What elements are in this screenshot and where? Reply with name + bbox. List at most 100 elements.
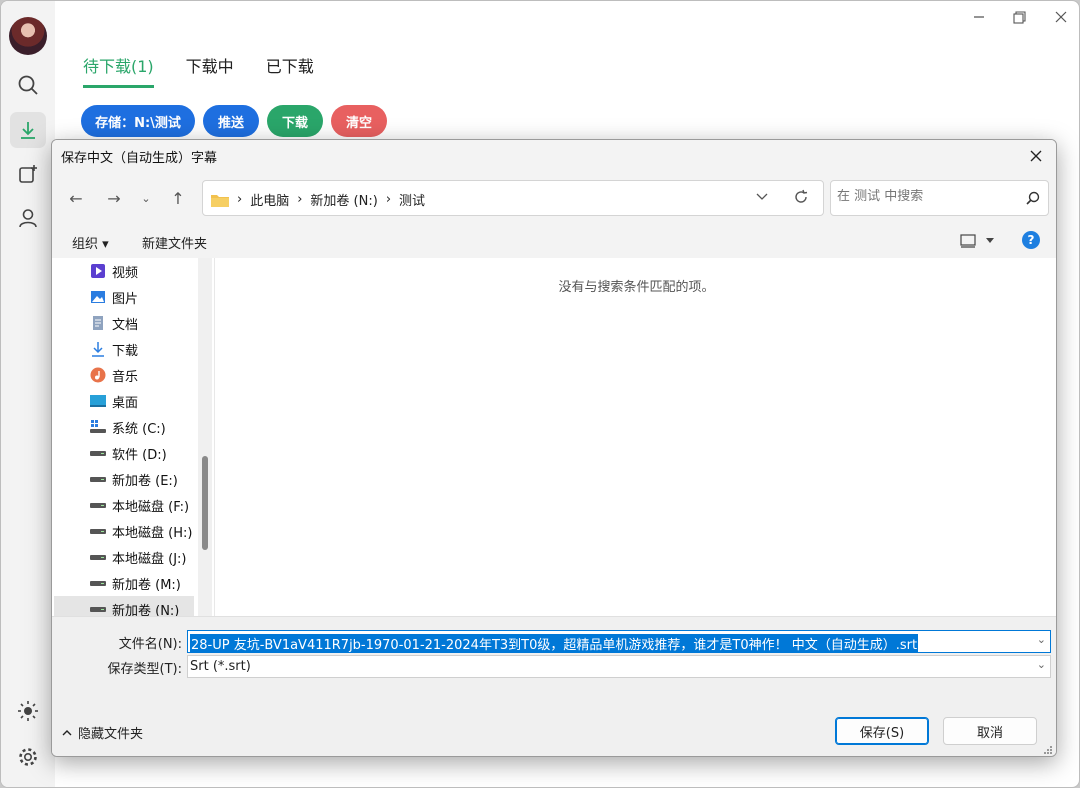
tree-item[interactable]: 本地磁盘 (F:) bbox=[54, 492, 194, 518]
save-dialog: 保存中文（自动生成）字幕 ← → ⌄ ↑ › 此电脑 › 新加卷 (N:) › … bbox=[51, 139, 1057, 757]
tab-pending[interactable]: 待下载(1) bbox=[83, 53, 154, 88]
tree-item-label: 软件 (D:) bbox=[112, 447, 167, 463]
command-bar: 组织 ▾ 新建文件夹 ? bbox=[52, 224, 1056, 258]
save-button[interactable]: 保存(S) bbox=[835, 717, 929, 745]
tree-item[interactable]: 视频 bbox=[54, 258, 194, 284]
dialog-titlebar: 保存中文（自动生成）字幕 bbox=[52, 140, 1056, 172]
drive-icon bbox=[90, 445, 106, 461]
tree-item-label: 本地磁盘 (H:) bbox=[112, 525, 193, 541]
scrollbar-thumb[interactable] bbox=[202, 456, 208, 550]
help-icon[interactable]: ? bbox=[1022, 231, 1040, 249]
storage-button[interactable]: 存储：N:\测试 bbox=[81, 105, 195, 137]
recent-chevron-icon[interactable]: ⌄ bbox=[134, 186, 158, 210]
address-bar[interactable]: › 此电脑 › 新加卷 (N:) › 测试 bbox=[202, 180, 824, 216]
clear-button[interactable]: 清空 bbox=[331, 105, 387, 137]
filetype-select[interactable]: Srt (*.srt) ⌄ bbox=[187, 655, 1051, 678]
download-icon bbox=[90, 341, 106, 357]
breadcrumb-sep-icon: › bbox=[297, 192, 303, 207]
tree-item-label: 文档 bbox=[112, 317, 139, 333]
tab-downloaded[interactable]: 已下载 bbox=[266, 53, 314, 88]
empty-message: 没有与搜索条件匹配的项。 bbox=[558, 280, 715, 295]
tree-item[interactable]: 新加卷 (N:) bbox=[54, 596, 194, 616]
tree-item[interactable]: 新加卷 (M:) bbox=[54, 570, 194, 596]
chevron-up-icon bbox=[62, 729, 72, 735]
desktop-icon bbox=[90, 393, 106, 409]
pictures-icon bbox=[90, 289, 106, 305]
resize-grip-icon[interactable] bbox=[1043, 745, 1053, 755]
filename-value[interactable]: 28-UP 友坑-BV1aV411R7jb-1970-01-21-2024年T3… bbox=[190, 634, 919, 653]
back-arrow-icon[interactable]: ← bbox=[64, 186, 88, 210]
file-list[interactable]: 没有与搜索条件匹配的项。 bbox=[214, 258, 1056, 616]
sidebar bbox=[1, 1, 55, 787]
filetype-label: 保存类型(T): bbox=[107, 662, 182, 677]
breadcrumb-this-pc[interactable]: 此电脑 bbox=[250, 190, 289, 209]
breadcrumb-drive[interactable]: 新加卷 (N:) bbox=[310, 190, 377, 209]
breadcrumb-folder[interactable]: 测试 bbox=[399, 190, 425, 209]
tree-item[interactable]: 桌面 bbox=[54, 388, 194, 414]
address-dropdown-icon[interactable] bbox=[755, 189, 769, 207]
organize-menu[interactable]: 组织 ▾ bbox=[72, 233, 109, 252]
filename-dropdown-icon[interactable]: ⌄ bbox=[1037, 633, 1046, 646]
tree-item-label: 新加卷 (N:) bbox=[112, 603, 180, 617]
breadcrumb-sep-icon: › bbox=[385, 192, 392, 207]
dialog-close-icon[interactable] bbox=[1022, 143, 1050, 169]
close-icon[interactable] bbox=[1041, 5, 1079, 29]
refresh-icon[interactable] bbox=[793, 189, 809, 209]
drive-icon bbox=[90, 575, 106, 591]
tree-item[interactable]: 新加卷 (E:) bbox=[54, 466, 194, 492]
forward-arrow-icon[interactable]: → bbox=[102, 186, 126, 210]
new-folder-button[interactable]: 新建文件夹 bbox=[142, 233, 207, 252]
theme-sun-icon[interactable] bbox=[10, 693, 46, 729]
system-drive-icon bbox=[90, 419, 106, 435]
tree-item-label: 本地磁盘 (J:) bbox=[112, 551, 187, 567]
music-icon bbox=[90, 367, 106, 383]
drive-icon bbox=[90, 497, 106, 513]
tree-item-label: 桌面 bbox=[112, 395, 139, 411]
hide-folders-toggle[interactable]: 隐藏文件夹 bbox=[62, 723, 143, 742]
tree-item-label: 系统 (C:) bbox=[112, 421, 166, 437]
filename-label: 文件名(N): bbox=[118, 637, 182, 652]
breadcrumb-sep-icon: › bbox=[237, 192, 243, 207]
minimize-icon[interactable] bbox=[959, 5, 999, 29]
tree-item[interactable]: 本地磁盘 (H:) bbox=[54, 518, 194, 544]
navigation-bar: ← → ⌄ ↑ › 此电脑 › 新加卷 (N:) › 测试 bbox=[52, 172, 1056, 224]
search-box[interactable] bbox=[830, 180, 1049, 216]
user-icon[interactable] bbox=[10, 200, 46, 236]
search-input[interactable] bbox=[837, 189, 1017, 204]
video-icon bbox=[90, 263, 106, 279]
tree-item-label: 本地磁盘 (F:) bbox=[112, 499, 190, 515]
drive-icon bbox=[90, 549, 106, 565]
drive-icon bbox=[90, 471, 106, 487]
search-icon[interactable] bbox=[1026, 191, 1040, 209]
filename-field[interactable]: 28-UP 友坑-BV1aV411R7jb-1970-01-21-2024年T3… bbox=[187, 630, 1051, 653]
drive-icon bbox=[90, 601, 106, 616]
view-options-icon[interactable] bbox=[960, 234, 994, 248]
drive-icon bbox=[90, 523, 106, 539]
document-icon bbox=[90, 315, 106, 331]
filetype-dropdown-icon[interactable]: ⌄ bbox=[1037, 658, 1046, 671]
tab-downloading[interactable]: 下载中 bbox=[186, 53, 234, 88]
tree-item[interactable]: 软件 (D:) bbox=[54, 440, 194, 466]
settings-gear-icon[interactable] bbox=[10, 739, 46, 775]
tree-item[interactable]: 本地磁盘 (J:) bbox=[54, 544, 194, 570]
tree-item[interactable]: 图片 bbox=[54, 284, 194, 310]
filetype-value: Srt (*.srt) bbox=[190, 659, 251, 674]
up-arrow-icon[interactable]: ↑ bbox=[166, 186, 190, 210]
restore-icon[interactable] bbox=[999, 5, 1039, 29]
tree-item[interactable]: 文档 bbox=[54, 310, 194, 336]
app-window: 待下载(1) 下载中 已下载 存储：N:\测试 推送 下载 清空 保存中文（自动… bbox=[0, 0, 1080, 788]
cancel-button[interactable]: 取消 bbox=[943, 717, 1037, 745]
tree-item[interactable]: 下载 bbox=[54, 336, 194, 362]
hide-folders-label: 隐藏文件夹 bbox=[78, 727, 144, 742]
download-button[interactable]: 下载 bbox=[267, 105, 323, 137]
push-button[interactable]: 推送 bbox=[203, 105, 259, 137]
tree-item-label: 图片 bbox=[112, 291, 139, 307]
dialog-title: 保存中文（自动生成）字幕 bbox=[61, 151, 218, 166]
download-icon[interactable] bbox=[10, 112, 46, 148]
tree-item[interactable]: 音乐 bbox=[54, 362, 194, 388]
tree-item[interactable]: 系统 (C:) bbox=[54, 414, 194, 440]
avatar[interactable] bbox=[9, 17, 47, 55]
search-icon[interactable] bbox=[10, 67, 46, 103]
add-file-icon[interactable] bbox=[10, 156, 46, 192]
tree-scrollbar[interactable] bbox=[198, 258, 212, 616]
